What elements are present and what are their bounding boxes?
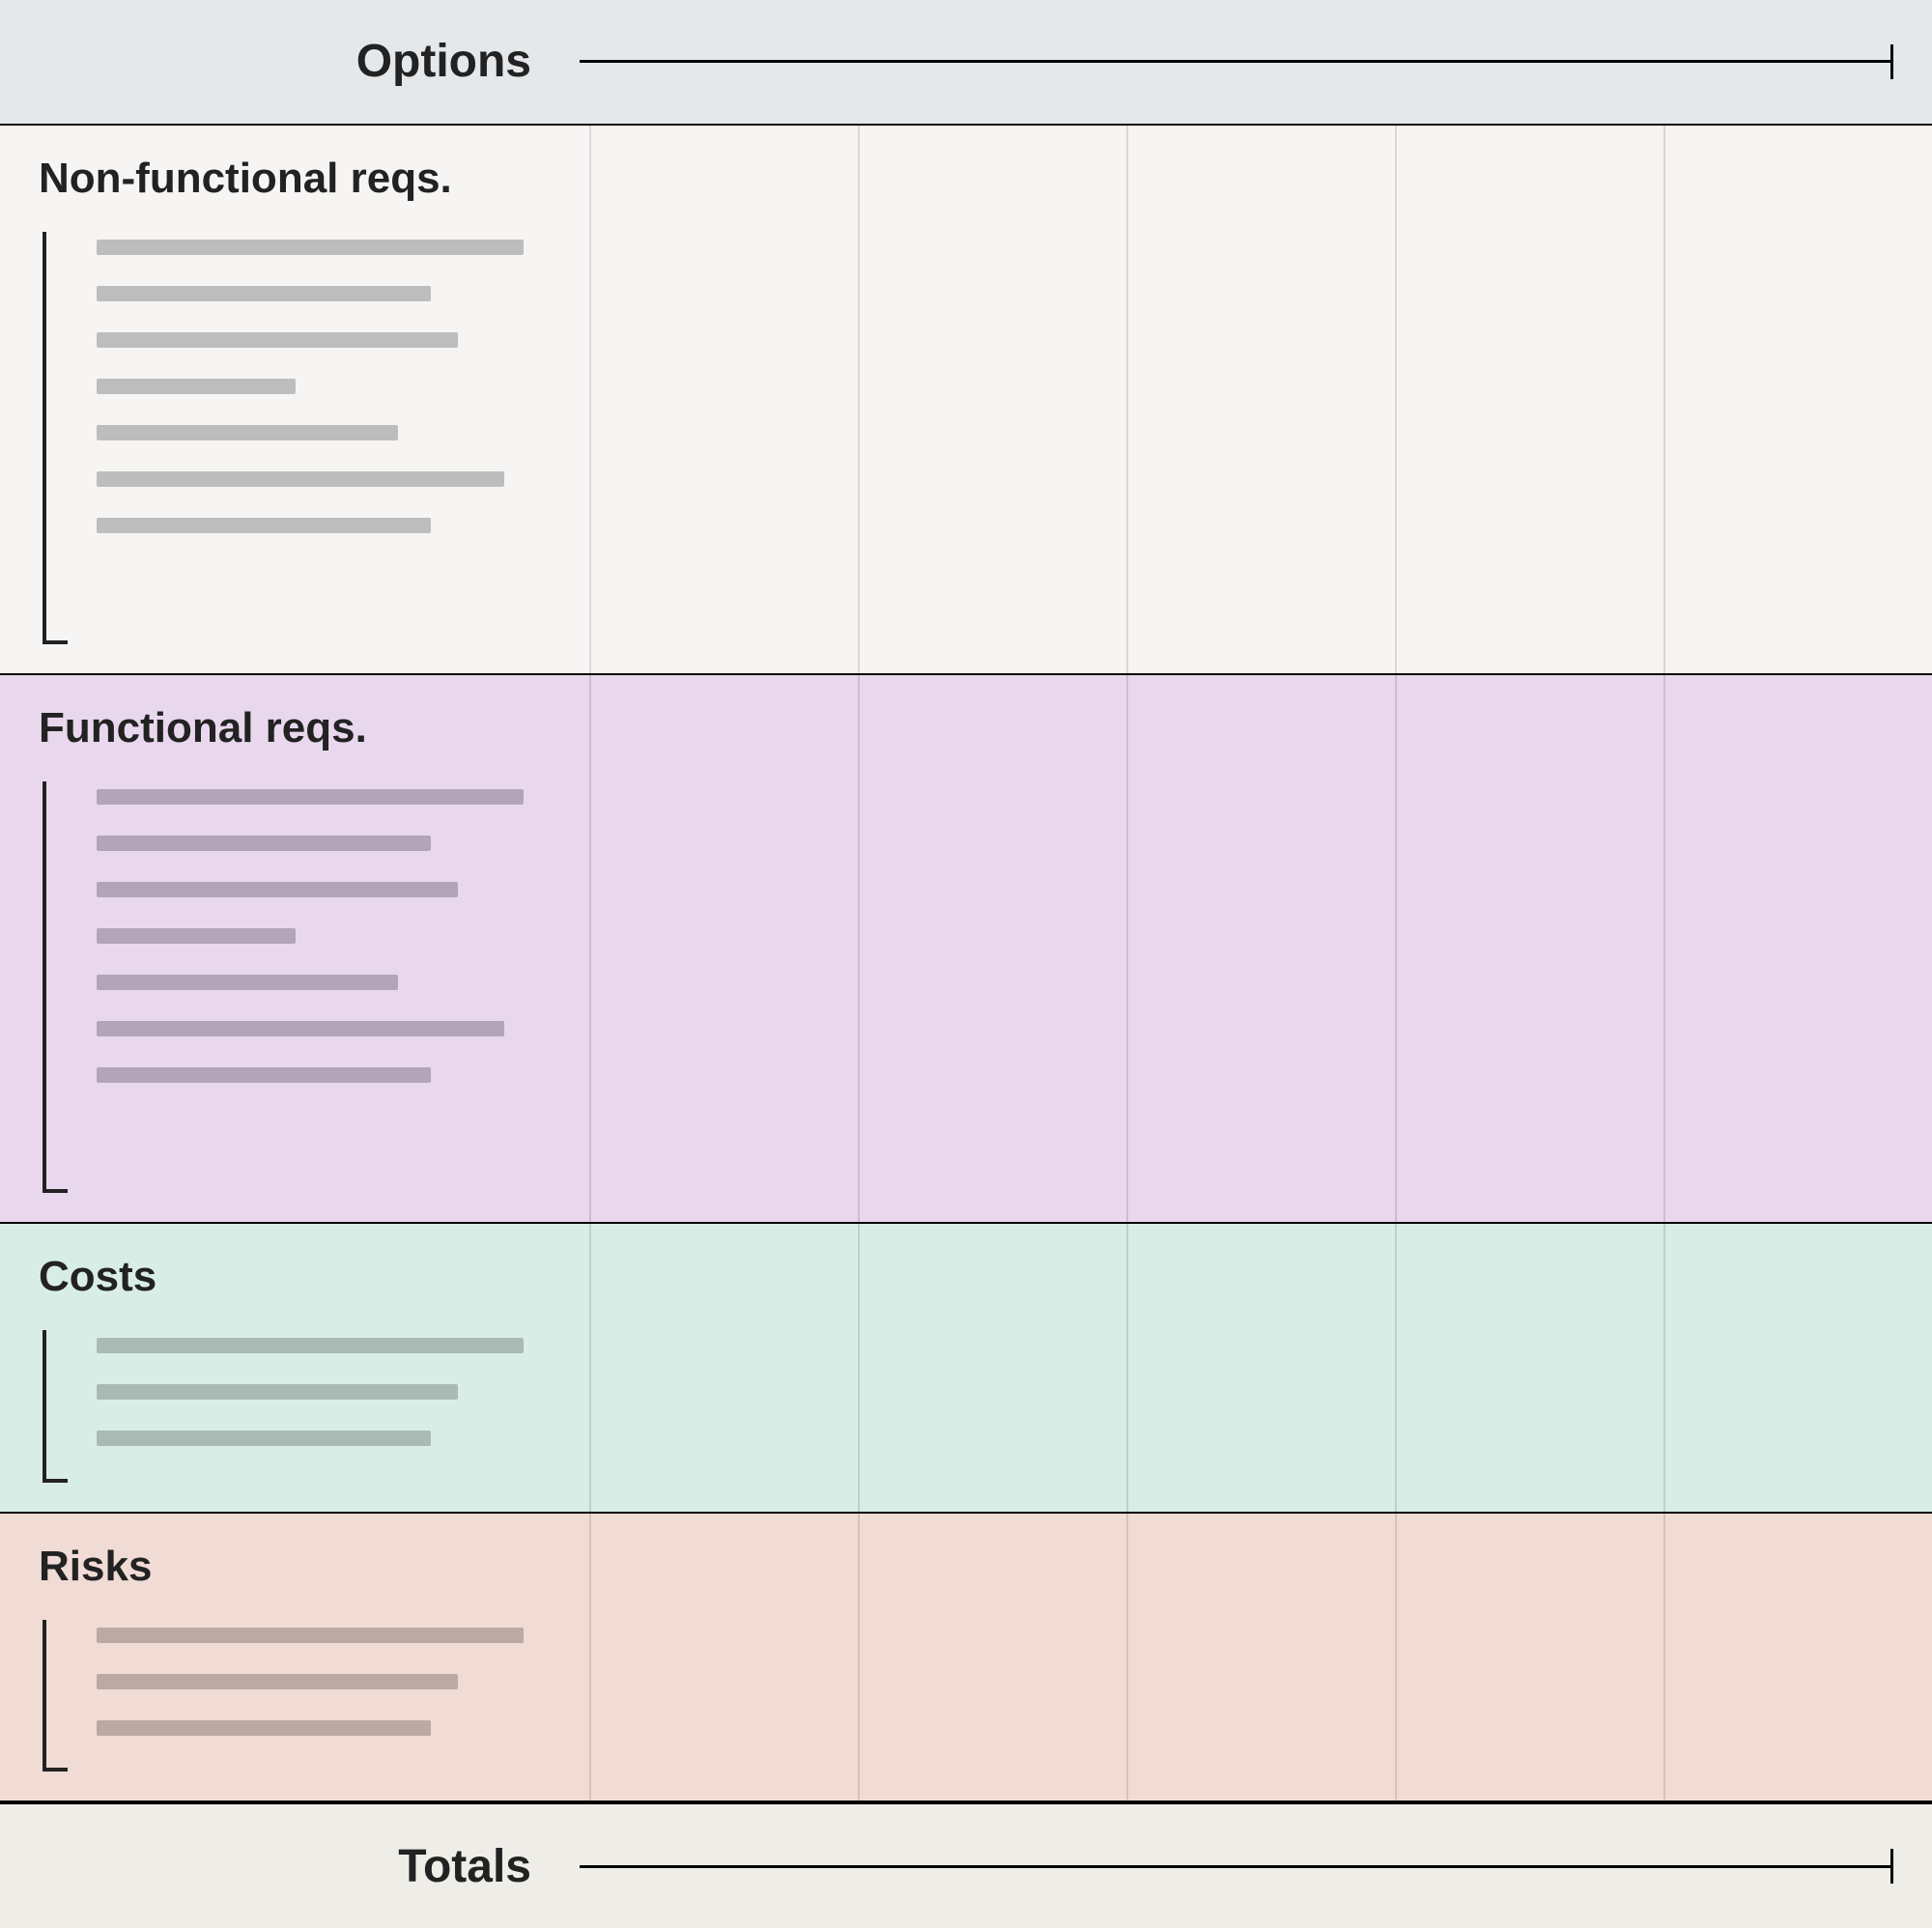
option-column	[858, 126, 1126, 673]
risks-list-items	[97, 1620, 560, 1772]
list-item	[97, 240, 524, 255]
list-bracket-icon	[39, 1620, 68, 1772]
list-item	[97, 882, 458, 897]
list-item	[97, 1431, 431, 1446]
option-column	[1395, 1514, 1663, 1800]
costs-section: Costs	[0, 1224, 1932, 1513]
option-column	[1395, 675, 1663, 1223]
risks-section: Risks	[0, 1514, 1932, 1802]
risks-list-wrap	[39, 1620, 560, 1772]
list-item	[97, 332, 458, 348]
list-item	[97, 425, 398, 440]
list-item	[97, 1021, 504, 1036]
option-column	[1126, 675, 1395, 1223]
decision-matrix-diagram: Options Non-functional reqs.	[0, 0, 1932, 1928]
option-column	[1126, 1514, 1395, 1800]
option-column	[589, 675, 858, 1223]
nonfunctional-list-items	[97, 232, 560, 644]
option-column	[1126, 126, 1395, 673]
list-item	[97, 1720, 431, 1736]
risks-title: Risks	[39, 1543, 560, 1591]
option-column	[589, 1224, 858, 1511]
option-column	[858, 1224, 1126, 1511]
options-header-label: Options	[39, 35, 580, 88]
nonfunctional-section: Non-functional reqs.	[0, 126, 1932, 675]
functional-left-col: Functional reqs.	[0, 675, 589, 1223]
costs-title: Costs	[39, 1253, 560, 1301]
options-rule-line	[580, 60, 1890, 63]
list-item	[97, 1628, 524, 1643]
costs-list-items	[97, 1330, 560, 1482]
risks-left-col: Risks	[0, 1514, 589, 1800]
totals-rule-cap	[1890, 1849, 1893, 1884]
risks-option-columns	[589, 1514, 1932, 1800]
option-column	[1663, 1514, 1932, 1800]
list-item	[97, 1067, 431, 1083]
costs-option-columns	[589, 1224, 1932, 1511]
list-bracket-icon	[39, 232, 68, 644]
option-column	[589, 1514, 858, 1800]
options-span-indicator	[580, 0, 1893, 124]
list-item	[97, 975, 398, 990]
options-header-row: Options	[0, 0, 1932, 126]
functional-section: Functional reqs.	[0, 675, 1932, 1225]
list-item	[97, 836, 431, 851]
functional-list-items	[97, 781, 560, 1194]
nonfunctional-option-columns	[589, 126, 1932, 673]
nonfunctional-left-col: Non-functional reqs.	[0, 126, 589, 673]
functional-option-columns	[589, 675, 1932, 1223]
list-item	[97, 286, 431, 301]
list-item	[97, 1384, 458, 1400]
list-item	[97, 471, 504, 487]
option-column	[858, 675, 1126, 1223]
list-item	[97, 928, 296, 944]
option-column	[1126, 1224, 1395, 1511]
costs-list-wrap	[39, 1330, 560, 1482]
list-bracket-icon	[39, 1330, 68, 1482]
list-bracket-icon	[39, 781, 68, 1194]
functional-list-wrap	[39, 781, 560, 1194]
option-column	[1395, 1224, 1663, 1511]
options-rule-cap	[1890, 44, 1893, 79]
option-column	[1663, 675, 1932, 1223]
totals-footer-row: Totals	[0, 1802, 1932, 1928]
list-item	[97, 1338, 524, 1353]
option-column	[1663, 1224, 1932, 1511]
option-column	[1395, 126, 1663, 673]
list-item	[97, 789, 524, 805]
totals-span-indicator	[580, 1804, 1893, 1928]
list-item	[97, 518, 431, 533]
functional-title: Functional reqs.	[39, 704, 560, 752]
nonfunctional-title: Non-functional reqs.	[39, 155, 560, 203]
totals-footer-label: Totals	[39, 1840, 580, 1893]
list-item	[97, 379, 296, 394]
list-item	[97, 1674, 458, 1689]
costs-left-col: Costs	[0, 1224, 589, 1511]
option-column	[858, 1514, 1126, 1800]
option-column	[589, 126, 858, 673]
nonfunctional-list-wrap	[39, 232, 560, 644]
totals-rule-line	[580, 1865, 1890, 1868]
option-column	[1663, 126, 1932, 673]
